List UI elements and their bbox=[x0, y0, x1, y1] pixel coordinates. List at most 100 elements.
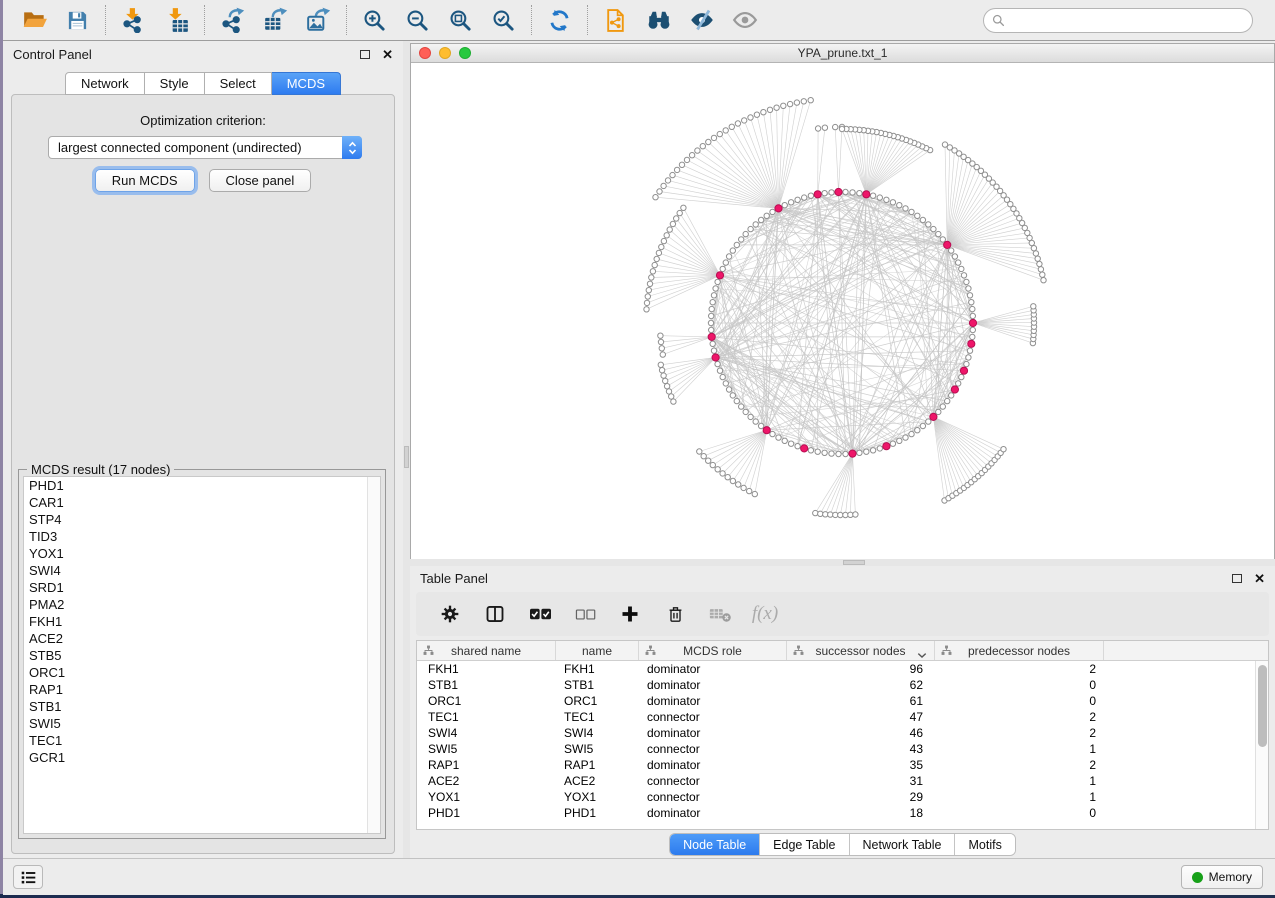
network-node[interactable] bbox=[666, 389, 671, 394]
table-row[interactable]: SWI4SWI4dominator462 bbox=[417, 725, 1268, 741]
network-node[interactable] bbox=[646, 288, 651, 293]
column-header-predecessor-nodes[interactable]: predecessor nodes bbox=[935, 641, 1104, 660]
network-node[interactable] bbox=[781, 103, 786, 108]
network-node[interactable] bbox=[808, 193, 813, 198]
network-node[interactable] bbox=[644, 300, 649, 305]
network-node[interactable] bbox=[788, 200, 793, 205]
network-node[interactable] bbox=[890, 200, 895, 205]
network-node[interactable] bbox=[665, 178, 670, 183]
refresh-view-button[interactable] bbox=[538, 2, 581, 38]
mcds-node[interactable] bbox=[930, 413, 937, 420]
tab-select[interactable]: Select bbox=[205, 72, 272, 95]
network-node[interactable] bbox=[717, 368, 722, 373]
network-node[interactable] bbox=[747, 488, 752, 493]
network-node[interactable] bbox=[870, 193, 875, 198]
network-node[interactable] bbox=[956, 381, 961, 386]
table-cell[interactable]: PHD1 bbox=[556, 805, 639, 821]
run-mcds-button[interactable]: Run MCDS bbox=[95, 169, 195, 192]
network-node[interactable] bbox=[890, 441, 895, 446]
network-node[interactable] bbox=[656, 250, 661, 255]
network-node[interactable] bbox=[920, 423, 925, 428]
network-node[interactable] bbox=[700, 144, 705, 149]
network-node[interactable] bbox=[644, 307, 649, 312]
network-node[interactable] bbox=[795, 444, 800, 449]
table-row[interactable]: SWI5SWI5connector431 bbox=[417, 741, 1268, 757]
network-node[interactable] bbox=[815, 449, 820, 454]
network-node[interactable] bbox=[970, 306, 975, 311]
table-cell[interactable]: SWI5 bbox=[556, 741, 639, 757]
table-cell[interactable]: 1 bbox=[935, 741, 1104, 757]
network-node[interactable] bbox=[710, 341, 715, 346]
network-node[interactable] bbox=[659, 244, 664, 249]
network-node[interactable] bbox=[723, 381, 728, 386]
network-node[interactable] bbox=[949, 248, 954, 253]
network-node[interactable] bbox=[695, 148, 700, 153]
network-node[interactable] bbox=[660, 352, 665, 357]
mcds-result-item[interactable]: GCR1 bbox=[24, 749, 380, 766]
table-cell[interactable]: 2 bbox=[935, 661, 1104, 677]
import-table-from-file-button[interactable] bbox=[155, 2, 198, 38]
network-node[interactable] bbox=[735, 121, 740, 126]
network-node[interactable] bbox=[679, 162, 684, 167]
network-node[interactable] bbox=[857, 191, 862, 196]
network-node[interactable] bbox=[940, 404, 945, 409]
table-cell[interactable]: dominator bbox=[639, 725, 787, 741]
network-canvas[interactable] bbox=[411, 63, 1274, 559]
table-cell[interactable]: dominator bbox=[639, 677, 787, 693]
network-node[interactable] bbox=[802, 195, 807, 200]
network-node[interactable] bbox=[870, 448, 875, 453]
network-node[interactable] bbox=[794, 100, 799, 105]
network-node[interactable] bbox=[723, 128, 728, 133]
table-cell[interactable]: 96 bbox=[787, 661, 935, 677]
tab-node-table[interactable]: Node Table bbox=[670, 834, 759, 855]
network-node[interactable] bbox=[967, 293, 972, 298]
network-node[interactable] bbox=[649, 275, 654, 280]
mcds-result-item[interactable]: YOX1 bbox=[24, 545, 380, 562]
network-node[interactable] bbox=[770, 209, 775, 214]
table-cell[interactable]: 0 bbox=[935, 677, 1104, 693]
mcds-result-item[interactable]: FKH1 bbox=[24, 613, 380, 630]
network-node[interactable] bbox=[752, 491, 757, 496]
network-node[interactable] bbox=[838, 512, 843, 517]
network-node[interactable] bbox=[674, 216, 679, 221]
network-node[interactable] bbox=[743, 231, 748, 236]
tab-motifs[interactable]: Motifs bbox=[954, 834, 1014, 855]
table-row[interactable]: ORC1ORC1dominator610 bbox=[417, 693, 1268, 709]
float-panel-icon[interactable] bbox=[1232, 574, 1242, 583]
mcds-list-scrollbar[interactable] bbox=[367, 477, 380, 833]
network-node[interactable] bbox=[931, 226, 936, 231]
network-node[interactable] bbox=[776, 435, 781, 440]
network-node[interactable] bbox=[713, 286, 718, 291]
mcds-node[interactable] bbox=[968, 340, 975, 347]
network-node[interactable] bbox=[753, 222, 758, 227]
network-node[interactable] bbox=[767, 107, 772, 112]
network-node[interactable] bbox=[726, 387, 731, 392]
network-node[interactable] bbox=[945, 398, 950, 403]
network-node[interactable] bbox=[730, 478, 735, 483]
table-cell[interactable]: ORC1 bbox=[556, 693, 639, 709]
network-node[interactable] bbox=[936, 231, 941, 236]
table-cell[interactable]: connector bbox=[639, 741, 787, 757]
network-node[interactable] bbox=[742, 118, 747, 123]
close-panel-icon[interactable]: ✕ bbox=[1254, 572, 1265, 585]
network-node[interactable] bbox=[758, 423, 763, 428]
network-node[interactable] bbox=[661, 238, 666, 243]
network-node[interactable] bbox=[795, 197, 800, 202]
network-node[interactable] bbox=[653, 195, 658, 200]
memory-button[interactable]: Memory bbox=[1181, 865, 1263, 889]
network-node[interactable] bbox=[877, 195, 882, 200]
network-node[interactable] bbox=[758, 217, 763, 222]
network-node[interactable] bbox=[748, 414, 753, 419]
network-node[interactable] bbox=[754, 112, 759, 117]
network-node[interactable] bbox=[670, 221, 675, 226]
table-row[interactable]: RAP1RAP1dominator352 bbox=[417, 757, 1268, 773]
network-node[interactable] bbox=[667, 227, 672, 232]
network-node[interactable] bbox=[920, 217, 925, 222]
network-node[interactable] bbox=[661, 183, 666, 188]
table-cell[interactable]: 62 bbox=[787, 677, 935, 693]
mcds-node[interactable] bbox=[712, 354, 719, 361]
table-cell[interactable]: dominator bbox=[639, 661, 787, 677]
zoom-out-button[interactable] bbox=[396, 2, 439, 38]
table-cell[interactable]: SWI5 bbox=[417, 741, 556, 757]
network-node[interactable] bbox=[857, 450, 862, 455]
